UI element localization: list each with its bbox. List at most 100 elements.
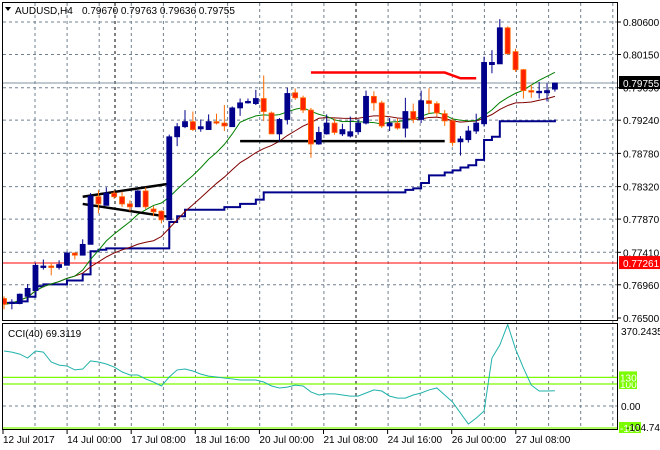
candle-body [119,196,125,205]
candle-body [347,131,354,137]
candle-body [87,195,94,245]
candle-body [363,95,369,124]
cci-panel[interactable] [3,324,617,429]
candle-body [378,102,385,127]
price-label: 0.76500 [623,314,660,325]
chart-header: AUDUSD,H4 0.79670 0.79763 0.79636 0.7975… [5,6,235,17]
candle [552,82,558,92]
candle-body [260,98,267,112]
candle-body [402,111,409,129]
baseline-line [4,119,556,304]
time-label: 21 Jul 08:00 [324,435,379,446]
support-price-label: 0.77261 [623,259,660,270]
candle [16,293,23,305]
triangle-down-icon[interactable] [5,7,11,11]
candle-body [8,301,15,305]
candle [370,91,377,111]
candle-body [520,69,527,91]
candle [134,190,141,208]
candle [24,284,31,302]
candle [284,87,291,125]
candle [189,111,196,132]
candle [473,113,480,134]
candle-body [56,264,62,268]
candle [245,98,251,104]
candle [378,100,385,129]
candle-body [174,126,181,138]
candle-body [441,113,448,122]
candle-body [205,121,212,130]
ohlc-readout: 0.79670 0.79763 0.79636 0.79755 [82,6,235,17]
candle [182,110,188,129]
candle-body [339,129,346,135]
candle-body [300,97,306,111]
price-label: 0.77870 [623,215,660,226]
trendline-resistance-range [310,71,477,80]
candle [237,98,244,116]
candle-body [426,100,432,104]
candle [512,48,519,72]
candle [465,125,472,143]
price-axis[interactable]: 0.806000.801500.796900.792400.787800.783… [617,18,660,325]
time-label: 27 Jul 08:00 [516,435,571,446]
candle [489,50,495,74]
candle [481,56,487,127]
candle [64,251,70,266]
candle [87,193,94,245]
candle-body [150,208,157,213]
candle [276,118,283,142]
candle-body [229,107,236,128]
candle [229,106,236,128]
candle-body [237,102,244,109]
candle-body [40,265,47,268]
candle-body [410,111,417,120]
time-axis[interactable]: 12 Jul 2017 14 Jul 00:00 17 Jul 08:00 18 Ju… [2,430,571,446]
candle-body [79,243,86,256]
price-panel[interactable] [2,19,618,310]
cci-zero-label: 0.00 [621,402,641,413]
candle-body [481,62,487,125]
candle-body [552,82,558,90]
candle-body [473,122,480,132]
price-label: 0.80600 [623,18,660,29]
candle-body [331,122,338,133]
time-label: 14 Jul 00:00 [67,435,122,446]
candle [363,90,369,125]
chart-window[interactable]: AUDUSD,H4 0.79670 0.79763 0.79636 0.7975… [0,0,660,450]
candle-body [71,252,78,256]
candle [79,239,86,256]
candle-body [370,95,377,104]
candle-body [182,121,188,128]
candle [433,101,440,117]
time-label: 20 Jul 00:00 [259,435,314,446]
candle [536,81,543,99]
candle-body [111,192,118,198]
candle [315,126,322,145]
grid [3,3,617,429]
candle [213,113,220,125]
candle [221,105,228,132]
candle [331,118,338,135]
candle-body [308,109,314,145]
current-price-label: 0.79755 [623,79,660,90]
candle [8,299,15,310]
candle-body [213,121,220,124]
candle-body [221,122,228,127]
candle-body [489,62,495,65]
candle-body [142,190,149,208]
time-label: 18 Jul 16:00 [195,435,250,446]
price-panel-border [2,2,618,321]
candle [496,19,503,65]
candle [56,260,62,270]
candle-body [355,122,362,133]
candle-body [64,252,70,266]
candle-body [465,130,472,141]
candle [504,26,511,55]
price-label: 0.78320 [623,183,660,194]
cci-min-label: -104.7459 [626,423,660,434]
candle-body [127,203,133,208]
cci-axis[interactable]: 370.24351001300.00-100-104.7459 [619,327,660,435]
candle [103,187,110,206]
price-label: 0.78780 [623,149,660,160]
candle [520,68,527,99]
